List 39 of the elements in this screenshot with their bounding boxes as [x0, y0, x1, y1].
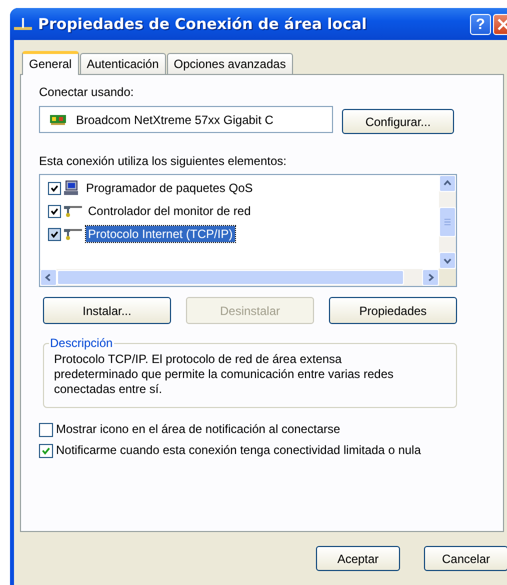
- option-label: Mostrar icono en el área de notificación al conectarse: [56, 422, 340, 436]
- adapter-name: Broadcom NetXtreme 57xx Gigabit C: [76, 112, 274, 126]
- dialog-button[interactable]: Cancelar: [424, 546, 507, 571]
- scroll-down-icon[interactable]: [439, 252, 456, 269]
- component-button[interactable]: Instalar...: [43, 297, 171, 324]
- components-label: Esta conexión utiliza los siguientes elementos:: [39, 154, 288, 168]
- description-title: Descripción: [49, 336, 114, 350]
- option-label: Notificarme cuando esta conexión tenga conectividad limitada o nula: [56, 443, 421, 457]
- scrollbar-corner: [439, 269, 456, 286]
- component-button[interactable]: Propiedades: [329, 297, 457, 324]
- network-card-icon: [50, 114, 66, 126]
- scroll-right-icon[interactable]: [422, 269, 439, 286]
- checkbox[interactable]: [48, 228, 61, 240]
- description-text: Protocolo TCP/IP. El protocolo de red de área extensa predeterminado que permite la comunicación entre varias redes conectadas entre sí.: [54, 352, 395, 397]
- vertical-scrollbar[interactable]: [439, 175, 456, 269]
- help-button[interactable]: ?: [470, 14, 491, 34]
- checkbox[interactable]: [39, 444, 53, 458]
- dialog-button[interactable]: Aceptar: [316, 546, 400, 571]
- checkbox[interactable]: [48, 182, 61, 194]
- component-item[interactable]: Protocolo Internet (TCP/IP): [86, 226, 235, 242]
- configure-button[interactable]: Configurar...: [342, 109, 454, 134]
- network-icon: [14, 17, 32, 31]
- component-item[interactable]: Controlador del monitor de red: [86, 203, 253, 219]
- network-icon: [64, 204, 82, 218]
- connect-using-label: Conectar usando:: [39, 85, 135, 99]
- tab[interactable]: Opciones avanzadas: [166, 53, 293, 74]
- scroll-left-icon[interactable]: [40, 269, 57, 286]
- tab[interactable]: Autenticación: [80, 53, 166, 74]
- checkbox[interactable]: [48, 204, 61, 218]
- scroll-up-icon[interactable]: [439, 175, 456, 192]
- scroll-thumb[interactable]: [57, 270, 404, 285]
- component-item[interactable]: Programador de paquetes QoS: [84, 180, 255, 196]
- checkbox[interactable]: [39, 423, 53, 437]
- scroll-thumb[interactable]: [439, 207, 456, 237]
- horizontal-scrollbar[interactable]: [40, 269, 439, 286]
- tab[interactable]: General: [22, 51, 79, 75]
- network-icon: [64, 227, 82, 241]
- window-title: Propiedades de Conexión de área local: [38, 15, 368, 33]
- computer-icon: [64, 180, 80, 196]
